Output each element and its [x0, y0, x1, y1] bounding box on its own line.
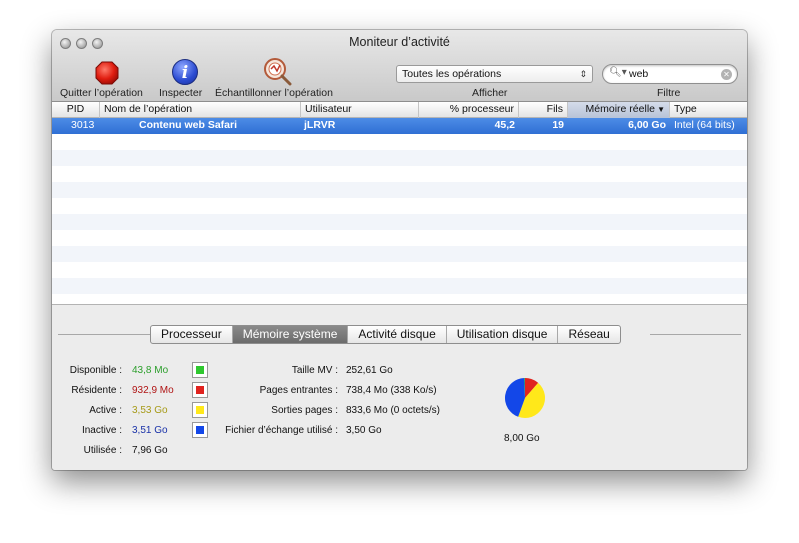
filter-label: Filtre [657, 87, 681, 99]
clear-search-icon[interactable]: ✕ [721, 69, 732, 80]
row-cpu: 45,2 [494, 119, 515, 131]
search-icon: 🔍︎▾ [609, 67, 627, 78]
empty-row [52, 246, 747, 262]
swap-used-value: 3,50 Go [346, 425, 382, 436]
process-table-body: 3013 Contenu web Safari jLRVR 45,2 19 6,… [52, 118, 747, 304]
inactive-memory-value: 3,51 Go [132, 425, 168, 436]
search-field[interactable]: 🔍︎▾ web ✕ [602, 64, 738, 84]
bottom-info-panel: Processeur Mémoire système Activité disq… [52, 304, 747, 470]
total-memory-value: 8,00 Go [504, 433, 540, 444]
sample-process-button[interactable]: Échantillonner l’opération [215, 87, 333, 99]
empty-row [52, 150, 747, 166]
inactive-color-swatch[interactable] [192, 422, 208, 438]
column-header-memory-label: Mémoire réelle [585, 103, 655, 115]
used-memory-label: Utilisée : [83, 445, 122, 456]
row-pid: 3013 [71, 119, 95, 131]
column-header-memory[interactable]: Mémoire réelle ▼ [568, 102, 670, 118]
row-memory: 6,00 Go [628, 119, 666, 131]
page-outs-label: Sorties pages : [271, 405, 338, 416]
page-ins-label: Pages entrantes : [259, 385, 338, 396]
stop-sign-icon[interactable] [95, 61, 119, 85]
tab-bar: Processeur Mémoire système Activité disq… [150, 325, 621, 344]
table-row[interactable]: 3013 Contenu web Safari jLRVR 45,2 19 6,… [52, 118, 747, 134]
tab-divider-line [650, 334, 741, 335]
wired-memory-value: 932,9 Mo [132, 385, 174, 396]
tab-disk-activity[interactable]: Activité disque [348, 326, 447, 343]
inactive-memory-label: Inactive : [81, 425, 122, 436]
inspect-button[interactable]: Inspecter [159, 87, 202, 99]
row-threads: 19 [552, 119, 564, 131]
empty-row [52, 278, 747, 294]
process-filter-select[interactable]: Toutes les opérations ⇕ [396, 65, 593, 83]
memory-pie-chart [505, 378, 545, 418]
activity-monitor-window: Moniteur d’activité i Quitter l’opératio… [52, 30, 747, 470]
row-type: Intel (64 bits) [674, 119, 735, 131]
info-icon[interactable]: i [172, 59, 198, 85]
free-color-swatch[interactable] [192, 362, 208, 378]
tab-network[interactable]: Réseau [558, 326, 619, 343]
active-color-swatch[interactable] [192, 402, 208, 418]
column-header-type[interactable]: Type [670, 102, 747, 118]
tab-disk-usage[interactable]: Utilisation disque [447, 326, 559, 343]
tab-system-memory[interactable]: Mémoire système [232, 326, 349, 343]
swap-used-label: Fichier d’échange utilisé : [225, 425, 338, 436]
empty-row [52, 214, 747, 230]
active-memory-value: 3,53 Go [132, 405, 168, 416]
process-filter-value: Toutes les opérations [402, 68, 502, 80]
sample-process-icon[interactable] [261, 56, 293, 86]
updown-arrows-icon: ⇕ [579, 69, 587, 79]
show-label: Afficher [472, 87, 508, 99]
window-title: Moniteur d’activité [349, 35, 450, 49]
row-name: Contenu web Safari [139, 119, 238, 131]
wired-memory-label: Résidente : [71, 385, 122, 396]
free-memory-value: 43,8 Mo [132, 365, 169, 376]
wired-color-swatch[interactable] [192, 382, 208, 398]
search-input[interactable]: web [629, 68, 648, 80]
column-header-user[interactable]: Utilisateur [301, 102, 419, 118]
column-header-cpu[interactable]: % processeur [419, 102, 519, 118]
column-header-pid[interactable]: PID [52, 102, 100, 118]
free-memory-label: Disponible : [69, 365, 122, 376]
vm-size-value: 252,61 Go [346, 365, 393, 376]
empty-row [52, 182, 747, 198]
toolbar: Moniteur d’activité i Quitter l’opératio… [52, 30, 747, 102]
used-memory-value: 7,96 Go [132, 445, 168, 456]
tab-cpu[interactable]: Processeur [151, 326, 233, 343]
column-header-threads[interactable]: Fils [519, 102, 568, 118]
process-table-header: PID Nom de l’opération Utilisateur % pro… [52, 102, 747, 118]
row-user: jLRVR [304, 119, 336, 131]
page-outs-value: 833,6 Mo (0 octets/s) [346, 405, 440, 416]
tab-divider-line [58, 334, 150, 335]
vm-size-label: Taille MV : [291, 365, 338, 376]
active-memory-label: Active : [89, 405, 122, 416]
page-ins-value: 738,4 Mo (338 Ko/s) [346, 385, 437, 396]
quit-process-button[interactable]: Quitter l’opération [60, 87, 143, 99]
column-header-name[interactable]: Nom de l’opération [100, 102, 301, 118]
sort-descending-icon: ▼ [657, 105, 665, 114]
